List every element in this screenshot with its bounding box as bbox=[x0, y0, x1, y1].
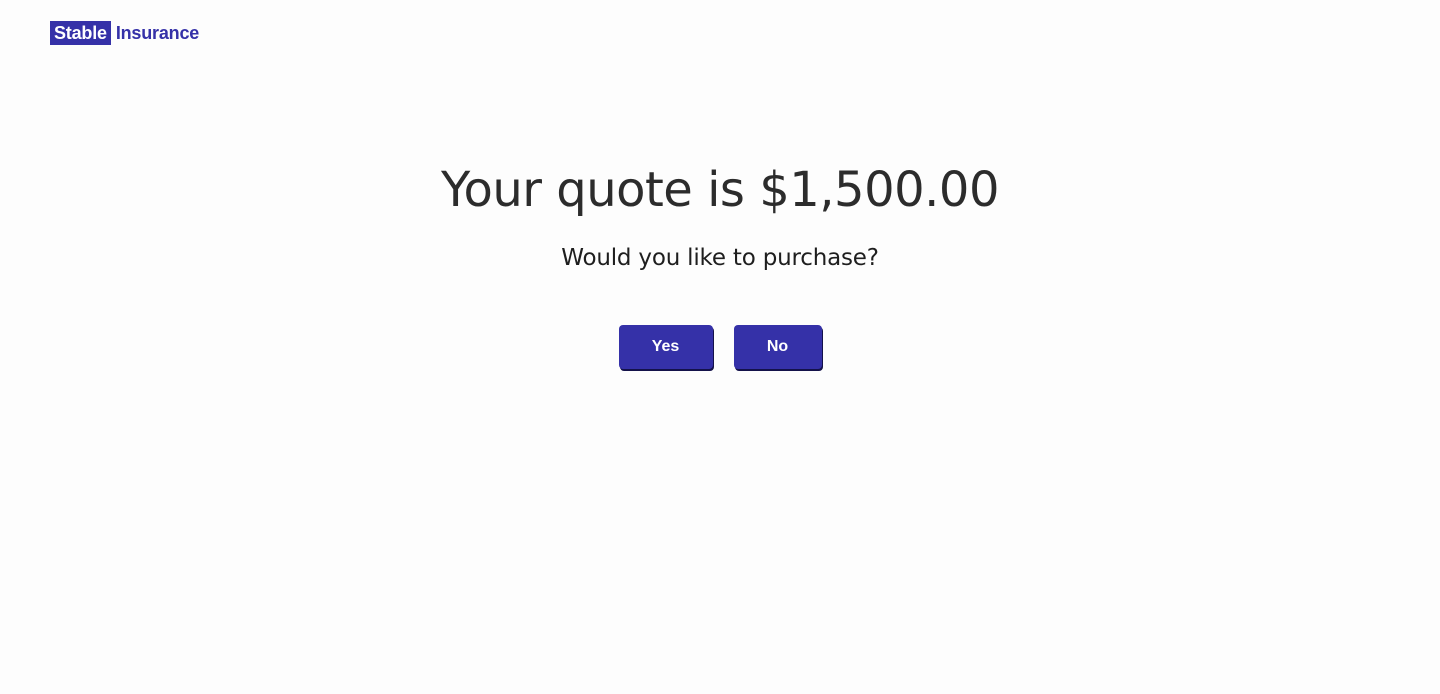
page: Stable Insurance Your quote is $1,500.00… bbox=[0, 0, 1440, 694]
logo[interactable]: Stable Insurance bbox=[50, 21, 199, 45]
logo-box-text: Stable bbox=[50, 21, 111, 45]
yes-button[interactable]: Yes bbox=[618, 325, 713, 369]
logo-text: Insurance bbox=[115, 23, 200, 43]
quote-title: Your quote is $1,500.00 bbox=[441, 162, 999, 218]
no-button[interactable]: No bbox=[733, 325, 822, 369]
purchase-prompt: Would you like to purchase? bbox=[561, 245, 879, 271]
quote-panel: Your quote is $1,500.00 Would you like t… bbox=[0, 158, 1440, 369]
button-group: Yes No bbox=[0, 325, 1440, 369]
